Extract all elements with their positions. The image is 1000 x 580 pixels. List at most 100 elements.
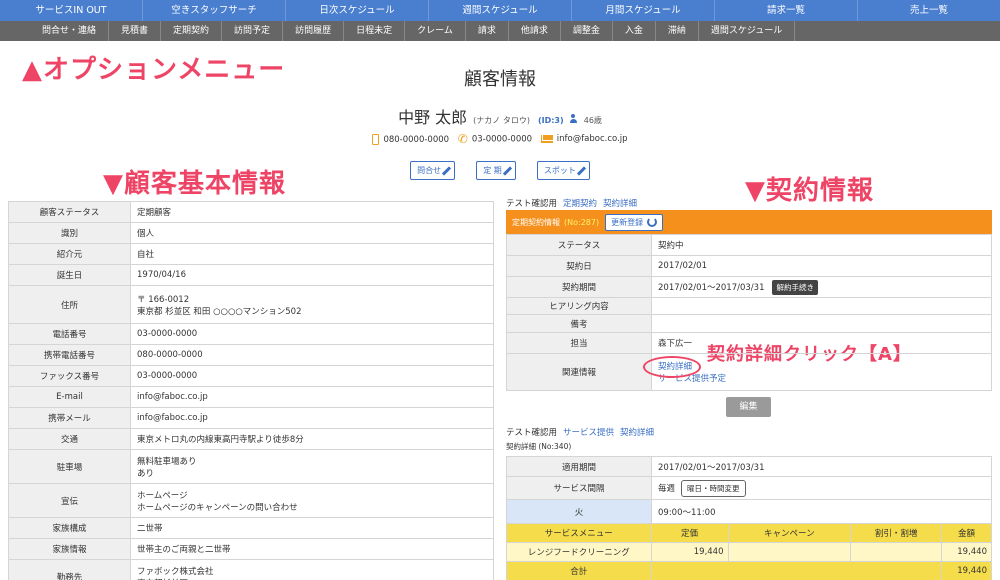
email-link[interactable]: info@faboc.co.jp — [557, 134, 628, 144]
option-menu-item[interactable]: 訪問履歴 — [283, 21, 345, 41]
table-row: 勤務先ファボック株式会社東京都杉並区 — [8, 559, 494, 580]
customer-name: 中野 太郎 — [398, 108, 468, 127]
field-value-line: 個人 — [137, 229, 155, 239]
update-register-button[interactable]: 更新登録 — [605, 213, 664, 231]
menu-header-cell: 割引・割増 — [850, 523, 942, 543]
menu-header-cell: サービスメニュー — [506, 523, 652, 543]
field-value-line: 定期顧客 — [137, 208, 172, 218]
contract-header-bar: 定期契約情報 (No:287) 更新登録 — [506, 210, 992, 234]
table-row: 駐車場 無料駐車場あり あり — [8, 449, 494, 484]
primary-nav-item[interactable]: 月間スケジュール — [572, 0, 715, 21]
table-row: 電話番号 03-0000-0000 — [8, 323, 494, 345]
weekday-time-change-button[interactable]: 曜日・時間変更 — [681, 479, 746, 497]
field-value: 03-0000-0000 — [130, 365, 494, 387]
field-value-line: 03-0000-0000 — [137, 329, 198, 339]
action-buttons: 問合せ 定 期 スポット — [0, 160, 1000, 180]
field-value: 自社 — [130, 243, 494, 265]
spot-button[interactable]: スポット — [536, 161, 590, 180]
field-value: 東京メトロ丸の内線東高円寺駅より徒歩8分 — [130, 428, 494, 450]
link-contract-detail[interactable]: 契約詳細 — [603, 199, 637, 209]
cancel-procedure-button[interactable]: 解約手続き — [772, 279, 818, 295]
table-row: ファックス番号 03-0000-0000 — [8, 365, 494, 387]
mobile-icon — [372, 133, 380, 145]
primary-nav-item[interactable]: 空きスタッフサーチ — [143, 0, 286, 21]
link-service-schedule[interactable]: サービス提供予定 — [658, 372, 985, 384]
menu-header-cell: キャンペーン — [727, 523, 852, 543]
menu-cell-discount — [850, 542, 942, 562]
table-row: 誕生日 1970/04/16 — [8, 264, 494, 286]
table-row: 交通 東京メトロ丸の内線東高円寺駅より徒歩8分 — [8, 428, 494, 450]
customer-basic-table: 顧客ステータス 定期顧客 識別 個人 紹介元 自社 誕生日 1970/04/16 住所〒 166… — [8, 201, 494, 580]
option-menu-item[interactable]: 調整金 — [561, 21, 613, 41]
table-row: 携帯メール info@faboc.co.jp — [8, 407, 494, 429]
field-value-line: ホームページのキャンペーンの問い合わせ — [137, 502, 298, 513]
total-label: 合計 — [506, 561, 652, 580]
primary-nav-item[interactable]: 日次スケジュール — [286, 0, 429, 21]
contact-row: 080-0000-0000 ✆ 03-0000-0000 info@faboc.c… — [0, 132, 1000, 146]
person-icon — [569, 114, 578, 123]
field-value: 定期顧客 — [130, 201, 494, 223]
field-value-line: info@faboc.co.jp — [137, 392, 208, 402]
primary-nav-item[interactable]: 週間スケジュール — [429, 0, 572, 21]
option-menu-item[interactable]: 請求 — [466, 21, 509, 41]
field-label: E-mail — [8, 386, 131, 408]
edit-button[interactable]: 編集 — [726, 397, 771, 417]
link-regular-contract[interactable]: 定期契約 — [563, 199, 597, 209]
primary-nav: サービスIN OUT 空きスタッフサーチ 日次スケジュール 週間スケジュール 月間スケジ… — [0, 0, 1000, 21]
service-menu-table: サービスメニュー 定価 キャンペーン 割引・割増 金額 レンジフードクリーニング 19,44… — [506, 523, 992, 580]
field-label: 住所 — [8, 285, 131, 324]
customer-heading: 中野 太郎 (ナカノ タロウ) (ID:3) 46歳 — [0, 104, 1000, 128]
regular-button[interactable]: 定 期 — [476, 161, 516, 180]
field-value-line: 〒 166-0012 — [137, 294, 190, 305]
table-row: 携帯電話番号 080-0000-0000 — [8, 344, 494, 366]
field-value-line: info@faboc.co.jp — [137, 413, 208, 423]
phone-icon: ✆ — [457, 132, 468, 146]
field-label: 誕生日 — [8, 264, 131, 286]
field-value: 世帯主のご両親と二世帯 — [130, 538, 494, 560]
field-value-line: あり — [137, 468, 155, 479]
field-value: ホームページ ホームページのキャンペーンの問い合わせ — [130, 483, 494, 518]
field-value-line: 東京メトロ丸の内線東高円寺駅より徒歩8分 — [137, 435, 304, 445]
primary-nav-item[interactable]: 売上一覧 — [858, 0, 1000, 21]
field-label: 顧客ステータス — [8, 201, 131, 223]
menu-cell-name: レンジフードクリーニング — [506, 542, 652, 562]
primary-nav-item[interactable]: サービスIN OUT — [0, 0, 143, 21]
menu-header-cell: 定価 — [650, 523, 729, 543]
inquiry-button[interactable]: 問合せ — [410, 161, 456, 180]
table-row: 識別 個人 — [8, 222, 494, 244]
option-menu-item[interactable]: 定期契約 — [161, 21, 223, 41]
highlight-circle — [643, 356, 701, 378]
option-menu-item[interactable]: 入金 — [613, 21, 656, 41]
option-menu-item[interactable]: クレーム — [405, 21, 466, 41]
option-menu-item[interactable]: 訪問予定 — [222, 21, 284, 41]
option-menu-item[interactable]: 見積書 — [109, 21, 162, 41]
table-row: 顧客ステータス 定期顧客 — [8, 201, 494, 223]
link-service-provision[interactable]: サービス提供 — [563, 428, 614, 438]
field-value-line: ファボック株式会社 — [137, 566, 214, 577]
table-row: 家族情報 世帯主のご両親と二世帯 — [8, 538, 494, 560]
link-contract-detail-related[interactable]: 契約詳細 — [658, 360, 985, 372]
field-value-line: 1970/04/16 — [137, 270, 186, 280]
option-menu-item[interactable]: 問合せ・連絡 — [30, 21, 110, 41]
page-title: 顧客情報 — [464, 69, 536, 90]
option-menu-item[interactable]: 日程未定 — [344, 21, 406, 41]
field-label: 家族情報 — [8, 538, 131, 560]
field-value-line: 03-0000-0000 — [137, 371, 198, 381]
field-label: 識別 — [8, 222, 131, 244]
contract-detail-no[interactable]: 契約詳細 (No:340) — [506, 441, 571, 452]
menu-cell-price: 19,440 — [650, 542, 729, 562]
option-menu-item[interactable]: 週間スケジュール — [699, 21, 796, 41]
field-value-line: 二世帯 — [137, 524, 163, 534]
menu-cell-amount: 19,440 — [941, 542, 992, 562]
field-value: info@faboc.co.jp — [130, 407, 494, 429]
field-value: 個人 — [130, 222, 494, 244]
table-row: 住所〒 166-0012 東京都 杉並区 和田 ○○○○マンション502 — [8, 285, 494, 324]
option-menu-item[interactable]: 他請求 — [509, 21, 561, 41]
link-contract-detail-2[interactable]: 契約詳細 — [620, 428, 654, 438]
table-row: 紹介元 自社 — [8, 243, 494, 265]
option-menu-item[interactable]: 滞納 — [656, 21, 699, 41]
contract-breadcrumb: テスト確認用 定期契約 契約詳細 — [506, 199, 638, 209]
primary-nav-item[interactable]: 請求一覧 — [715, 0, 858, 21]
customer-age: 46歳 — [583, 116, 602, 125]
field-value-line: ホームページ — [137, 490, 188, 501]
